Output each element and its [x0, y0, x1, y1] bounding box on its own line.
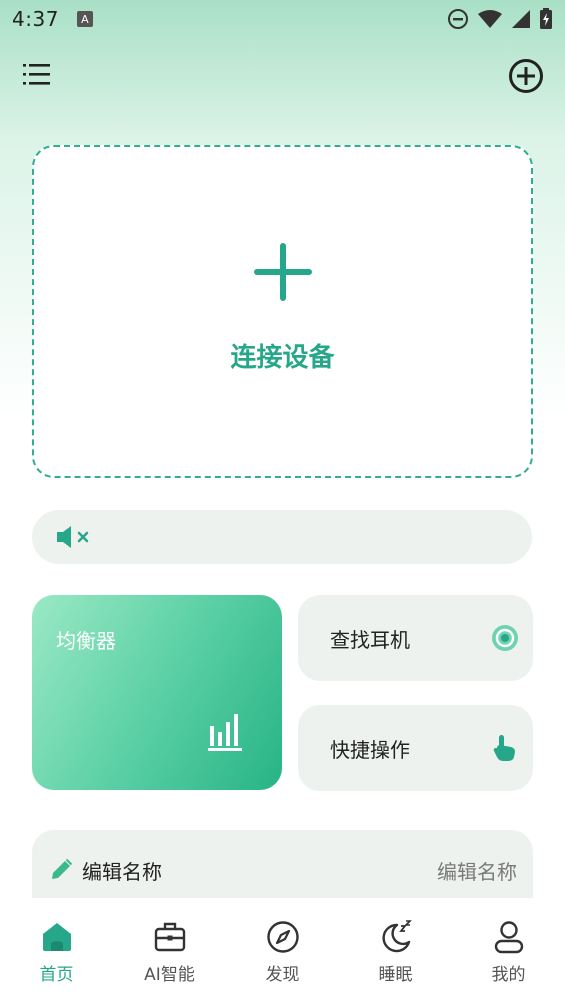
nav-label-home: 首页	[39, 965, 74, 985]
quick-actions-label: 快捷操作	[330, 737, 410, 762]
bottom-nav: 首页 AI智能 发现 睡眠 我的	[0, 898, 565, 1004]
top-bar	[0, 52, 565, 100]
menu-icon[interactable]	[22, 60, 52, 90]
moon-sleep-icon	[381, 920, 412, 953]
equalizer-title: 均衡器	[56, 629, 116, 653]
plus-icon	[253, 243, 312, 301]
find-earphone-label: 查找耳机	[330, 627, 410, 652]
briefcase-icon	[154, 922, 185, 952]
compass-icon	[266, 921, 299, 953]
find-earphone-card[interactable]: 查找耳机	[298, 595, 533, 681]
status-bar: 4:37 A	[0, 0, 565, 38]
nav-item-home[interactable]: 首页	[0, 898, 113, 1004]
rename-title: 编辑名称	[82, 859, 162, 884]
volume-bar[interactable]	[32, 510, 532, 564]
bar-chart-icon	[208, 714, 242, 751]
nav-label-discover: 发现	[265, 965, 300, 985]
status-icons	[447, 8, 553, 30]
quick-actions-card[interactable]: 快捷操作	[298, 705, 533, 791]
locate-icon	[492, 625, 518, 651]
tap-hand-icon	[493, 735, 515, 761]
wifi-icon	[478, 10, 502, 28]
add-circle-icon[interactable]	[508, 58, 544, 94]
pencil-icon	[52, 858, 73, 879]
nav-item-discover[interactable]: 发现	[226, 898, 339, 1004]
volume-muted-icon[interactable]	[56, 524, 92, 550]
nav-label-sleep: 睡眠	[378, 965, 413, 985]
do-not-disturb-icon	[448, 9, 468, 29]
equalizer-card[interactable]: 均衡器	[32, 595, 282, 790]
nav-label-me: 我的	[491, 965, 526, 985]
signal-icon	[512, 10, 530, 28]
connect-device-card[interactable]: 连接设备	[32, 145, 533, 478]
battery-charging-icon	[540, 8, 552, 29]
nav-item-sleep[interactable]: 睡眠	[339, 898, 452, 1004]
user-icon	[494, 921, 523, 954]
nav-label-ai: AI智能	[144, 965, 195, 985]
connect-device-label: 连接设备	[230, 343, 335, 373]
nav-item-me[interactable]: 我的	[452, 898, 565, 1004]
accessibility-badge-icon: A	[76, 11, 93, 27]
status-time: 4:37	[12, 7, 59, 31]
nav-item-ai[interactable]: AI智能	[113, 898, 226, 1004]
rename-value: 编辑名称	[437, 859, 517, 884]
home-icon	[42, 923, 71, 951]
